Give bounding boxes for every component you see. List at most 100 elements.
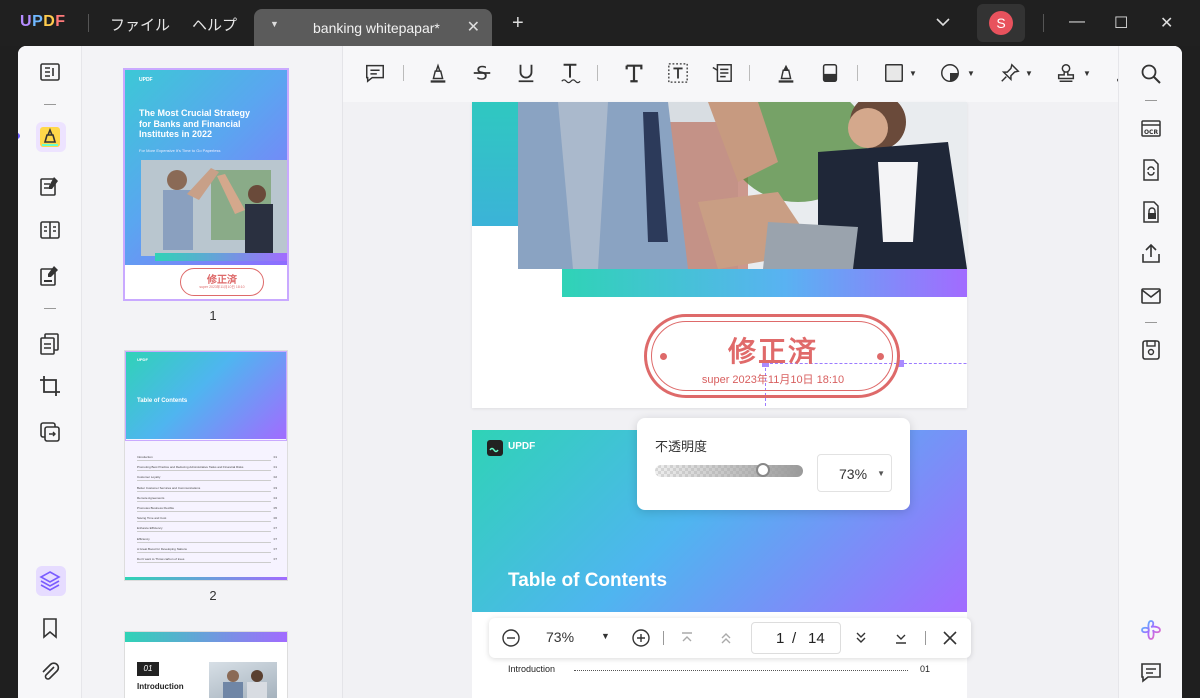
share-icon[interactable]: [1139, 242, 1163, 266]
page1-photo: [518, 102, 967, 269]
layers-icon[interactable]: [38, 569, 62, 593]
opacity-select[interactable]: 73% ▼: [817, 454, 892, 492]
stamp-dropdown-icon[interactable]: ▼: [1083, 69, 1091, 78]
title-separator: [88, 14, 89, 32]
previous-page-icon[interactable]: [718, 630, 734, 646]
zoom-in-icon[interactable]: [631, 628, 651, 648]
menu-file[interactable]: ファイル: [110, 14, 170, 35]
convert-pdf-icon[interactable]: [1139, 158, 1163, 182]
thumb-toc-leader: [137, 500, 271, 502]
highlighter-icon[interactable]: [427, 62, 449, 84]
maximize-button[interactable]: ☐: [1114, 13, 1128, 33]
fill-sign-icon[interactable]: [38, 264, 62, 288]
thumbnail-page-number: 2: [209, 588, 217, 603]
email-icon[interactable]: [1139, 284, 1163, 308]
thumbnail-page-2[interactable]: UPDF Table of Contents Introduction 01 Pro…: [125, 351, 287, 580]
thumb3-photo: [209, 662, 277, 698]
stamp-subtitle: super 2023年11月10日 18:10: [701, 374, 845, 386]
thumb2-toc: Introduction 01 Promoting Best Practice an…: [125, 439, 287, 580]
opacity-value: 73%: [839, 466, 868, 482]
document-tab[interactable]: ▼ banking whitepapar* ✕: [254, 9, 492, 46]
current-page: 1: [776, 630, 785, 647]
text-icon[interactable]: [623, 62, 645, 84]
ai-icon[interactable]: [1139, 618, 1163, 642]
page-number-input[interactable]: 1 / 14: [751, 622, 841, 654]
thumb-subtitle: For More Expensive It's Time to Go Paper…: [139, 148, 221, 153]
annotation-toolbar: S ▼ ▼ ▼ ▼: [343, 46, 1118, 102]
updf-logo-mark: [487, 440, 503, 456]
save-icon[interactable]: [1139, 338, 1163, 362]
comment-icon[interactable]: [364, 62, 386, 84]
underline-icon[interactable]: [515, 62, 537, 84]
thumb-toc-row: Promoting Best Practice and Reducing Adm…: [137, 465, 277, 472]
next-page-icon[interactable]: [853, 630, 869, 646]
rectangle-shape-icon[interactable]: [883, 62, 905, 84]
zoom-level[interactable]: 73%: [546, 629, 574, 645]
thumb-toc-page: 03: [273, 485, 277, 490]
opacity-slider-thumb[interactable]: [756, 463, 771, 477]
new-tab-button[interactable]: +: [512, 13, 524, 33]
approved-stamp[interactable]: 修正済 super 2023年11月10日 18:10: [644, 314, 900, 398]
thumbnail-page-3[interactable]: 01 Introduction: [125, 632, 287, 698]
thumb-toc-label: Enhance Efficiency: [137, 526, 163, 531]
close-icon[interactable]: [941, 629, 959, 647]
stamp-icon[interactable]: [1055, 62, 1077, 84]
zoom-out-icon[interactable]: [501, 628, 521, 648]
thumb-toc-row: Saving Time and Cost 06: [137, 516, 277, 523]
bookmark-icon[interactable]: [38, 616, 62, 640]
thumb-toc-page: 07: [273, 546, 277, 551]
ocr-icon[interactable]: OCR: [1139, 116, 1163, 140]
organize-pages-icon[interactable]: [38, 218, 62, 242]
pencil-icon[interactable]: [775, 62, 797, 84]
text-box-icon[interactable]: [667, 62, 689, 84]
thumb-toc-page: 02: [273, 475, 277, 480]
menu-help[interactable]: ヘルプ: [192, 14, 237, 35]
pin-dropdown-icon[interactable]: ▼: [1025, 69, 1033, 78]
thumbnail-page-number: 1: [209, 308, 217, 323]
opacity-slider-track[interactable]: [655, 465, 803, 477]
thumb-toc-leader: [137, 521, 271, 523]
search-icon[interactable]: [1139, 62, 1163, 86]
text-callout-icon[interactable]: [711, 62, 733, 84]
minimize-button[interactable]: —: [1069, 13, 1085, 31]
thumb-toc-leader: [137, 460, 271, 461]
zoom-dropdown-icon[interactable]: ▼: [601, 631, 610, 641]
squiggly-icon[interactable]: [559, 62, 581, 84]
thumb-toc-row: Promotes Business Flexible 05: [137, 506, 277, 512]
attachment-icon[interactable]: [38, 660, 62, 684]
stamp-title: 修正済: [727, 336, 818, 367]
crop-icon[interactable]: [38, 374, 62, 398]
tab-close-icon[interactable]: ✕: [467, 17, 480, 37]
right-tool-rail: OCR: [1118, 46, 1182, 698]
first-page-icon[interactable]: [679, 630, 695, 646]
chat-icon[interactable]: [1139, 660, 1163, 684]
pin-icon[interactable]: [999, 62, 1021, 84]
thumb-toc-page: 07: [273, 557, 277, 561]
close-button[interactable]: ✕: [1160, 13, 1173, 33]
convert-icon[interactable]: [38, 420, 62, 444]
protect-icon[interactable]: [1139, 200, 1163, 224]
strikethrough-icon[interactable]: S: [471, 62, 493, 84]
comment-highlighter-icon[interactable]: [38, 125, 62, 149]
eraser-icon[interactable]: [819, 62, 841, 84]
thumbnail-page-1[interactable]: UPDF The Most Crucial Strategy for Banks…: [125, 70, 287, 299]
page-tools-icon[interactable]: [38, 332, 62, 356]
sticker-icon[interactable]: [939, 62, 961, 84]
last-page-icon[interactable]: [893, 630, 909, 646]
user-account-button[interactable]: S: [977, 4, 1025, 42]
document-canvas[interactable]: S ▼ ▼ ▼ ▼: [343, 46, 1118, 698]
tab-dropdown-icon[interactable]: ▼: [270, 19, 279, 29]
thumb-toc-leader: [137, 562, 271, 563]
thumb-toc-page: 07: [273, 536, 277, 541]
shape-dropdown-icon[interactable]: ▼: [909, 69, 917, 78]
thumb-toc-leader: [137, 541, 271, 543]
reader-icon[interactable]: [38, 60, 62, 84]
left-tool-rail: [18, 46, 82, 698]
title-bar: UPDF ファイル ヘルプ ▼ banking whitepapar* ✕ + …: [0, 0, 1200, 46]
sticker-dropdown-icon[interactable]: ▼: [967, 69, 975, 78]
opacity-popover: 不透明度 73% ▼: [637, 418, 910, 510]
opacity-label: 不透明度: [655, 439, 708, 454]
edit-pdf-icon[interactable]: [38, 174, 62, 198]
page2-brand: UPDF: [508, 441, 536, 452]
tabs-dropdown-icon[interactable]: [936, 14, 950, 30]
